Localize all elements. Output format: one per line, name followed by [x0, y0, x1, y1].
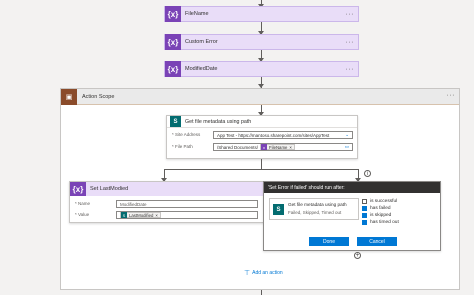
checkbox-checked-icon[interactable]: [362, 220, 367, 225]
run-after-info-icon[interactable]: i: [364, 170, 371, 177]
option-label: has failed: [370, 206, 391, 211]
variable-icon: x: [261, 144, 268, 150]
option-label: is skipped: [370, 213, 392, 218]
name-value: ModifiedDate: [120, 201, 147, 207]
add-action-link[interactable]: ⊤ Add an action: [244, 269, 283, 277]
action-label: FileName: [185, 11, 209, 17]
sharepoint-icon: S: [121, 212, 127, 218]
branch-line: [164, 169, 359, 170]
site-address-label: * Site Address: [172, 132, 201, 137]
option-label: is successful: [370, 199, 398, 204]
run-after-panel: 'Set Error if failed' should run after: …: [263, 181, 441, 251]
file-path-label: * File Path: [172, 144, 193, 149]
add-action-icon: ⊤: [244, 270, 251, 277]
cancel-button[interactable]: Cancel: [357, 237, 397, 246]
sharepoint-icon: S: [170, 116, 181, 127]
name-dropdown[interactable]: ModifiedDate: [116, 200, 258, 208]
card-header: {x} Set LastModied: [70, 182, 263, 196]
run-after-options: is successful has failed is skipped has …: [362, 198, 399, 226]
value-input[interactable]: S LastModified ×: [116, 211, 258, 219]
option-is-successful[interactable]: is successful: [362, 198, 399, 205]
folder-icon[interactable]: ▭: [345, 144, 349, 150]
checkbox-checked-icon[interactable]: [362, 213, 367, 218]
action-card-filename[interactable]: {x} FileName ···: [164, 6, 359, 22]
scope-header[interactable]: ▣ Action Scope ···: [61, 88, 459, 105]
more-options-icon[interactable]: ···: [346, 11, 355, 18]
lastmodified-token[interactable]: S LastModified ×: [120, 212, 161, 218]
card-title: Get file metadata using path: [185, 118, 252, 125]
run-after-action-status: Failed, Skipped, Timed out: [288, 210, 342, 215]
token-label: LastModified: [129, 212, 154, 218]
action-card-modified-date[interactable]: {x} ModifiedDate ···: [164, 61, 359, 77]
option-is-skipped[interactable]: is skipped: [362, 212, 399, 219]
checkbox-icon[interactable]: [362, 199, 367, 204]
action-card-custom-error[interactable]: {x} Custom Error ···: [164, 34, 359, 50]
more-options-icon[interactable]: ···: [447, 92, 456, 99]
action-scope: ▣ Action Scope ··· S Get file metadata u…: [60, 88, 460, 290]
sharepoint-icon: S: [273, 204, 284, 215]
run-after-title: 'Set Error if failed' should run after:: [264, 182, 440, 193]
action-label: Custom Error: [185, 39, 218, 45]
add-step-icon[interactable]: +: [354, 252, 361, 259]
done-button[interactable]: Done: [309, 237, 349, 246]
action-label: ModifiedDate: [185, 66, 218, 72]
checkbox-checked-icon[interactable]: [362, 206, 367, 211]
scope-title: Action Scope: [82, 93, 115, 100]
close-icon[interactable]: ×: [289, 145, 292, 150]
variable-icon: {x}: [165, 34, 181, 50]
value-label: * Value: [75, 212, 90, 217]
chevron-down-icon: ⌄: [345, 132, 349, 137]
option-label: has timed out: [370, 220, 399, 225]
run-after-action: S Get file metadata using path Failed, S…: [269, 198, 359, 220]
close-icon[interactable]: ×: [155, 213, 158, 218]
name-label: * Name: [75, 201, 91, 206]
variable-icon: {x}: [70, 182, 86, 196]
more-options-icon[interactable]: ···: [346, 39, 355, 46]
card-header: S Get file metadata using path: [167, 116, 357, 128]
filename-token[interactable]: x FileName ×: [260, 144, 295, 150]
scope-icon: ▣: [61, 88, 77, 105]
card-title: Set LastModied: [90, 186, 129, 192]
connector-arrow: [261, 290, 262, 295]
connector-line: [261, 159, 262, 169]
token-label: FileName: [269, 144, 288, 150]
option-has-timed-out[interactable]: has timed out: [362, 219, 399, 226]
site-address-value: App Test - https://mantoso.sharepoint.co…: [217, 132, 330, 138]
option-has-failed[interactable]: has failed: [362, 205, 399, 212]
get-file-metadata-card[interactable]: S Get file metadata using path * Site Ad…: [166, 115, 358, 159]
add-action-label: Add an action: [252, 270, 283, 276]
file-path-input[interactable]: /Shared Documents/ x FileName × ▭: [213, 143, 353, 151]
more-options-icon[interactable]: ···: [346, 66, 355, 73]
set-lastmodified-card[interactable]: {x} Set LastModied * Name ModifiedDate *…: [69, 181, 264, 223]
run-after-action-title: Get file metadata using path: [288, 202, 347, 207]
file-path-value: /Shared Documents/: [217, 144, 259, 150]
variable-icon: {x}: [165, 6, 181, 22]
variable-icon: {x}: [165, 61, 181, 77]
site-address-dropdown[interactable]: App Test - https://mantoso.sharepoint.co…: [213, 131, 353, 139]
